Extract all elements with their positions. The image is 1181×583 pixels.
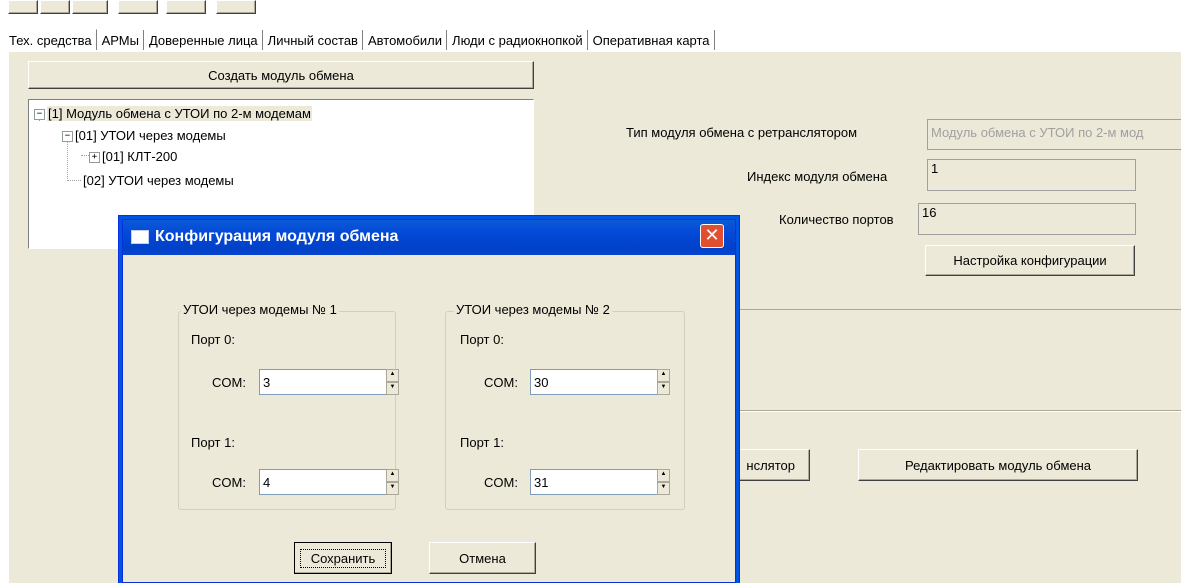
create-module-button[interactable]: Создать модуль обмена [28, 61, 534, 89]
tree-root-label: [1] Модуль обмена с УТОИ по 2-м модемам [47, 106, 312, 121]
tab-arm[interactable]: АРМы [96, 30, 144, 50]
divider [736, 309, 1181, 310]
tab-map[interactable]: Оперативная карта [587, 30, 715, 50]
tree-child-2[interactable]: [02] УТОИ через модемы [83, 172, 234, 189]
index-field: 1 [927, 159, 1136, 191]
ports-label: Количество портов [779, 212, 894, 227]
dialog-titlebar[interactable]: Конфигурация модуля обмена ✕ [123, 220, 735, 255]
com-port0-spinner[interactable]: ▲ ▼ [386, 369, 399, 395]
cancel-button[interactable]: Отмена [429, 542, 536, 574]
spin-up-icon[interactable]: ▲ [386, 369, 399, 382]
toolbar-stub [0, 0, 260, 16]
group-modem-2: УТОИ через модемы № 2 Порт 0: COM: ▲ ▼ П… [445, 302, 685, 510]
index-label: Индекс модуля обмена [747, 169, 888, 184]
com-label: COM: [212, 475, 246, 490]
com-port1-spinner[interactable]: ▲ ▼ [386, 469, 399, 495]
com-port1-spinner[interactable]: ▲ ▼ [657, 469, 670, 495]
com-port0-input[interactable] [530, 369, 658, 395]
tab-strip: Тех. средства АРМы Доверенные лица Личны… [4, 28, 715, 50]
spin-down-icon[interactable]: ▼ [657, 482, 670, 495]
toolbar-button[interactable] [166, 0, 206, 14]
save-button-label: Сохранить [299, 548, 387, 568]
collapse-icon[interactable]: − [62, 131, 73, 143]
dialog-title: Конфигурация модуля обмена [155, 228, 399, 245]
save-button[interactable]: Сохранить [294, 542, 392, 574]
tree-grandchild-1[interactable]: + [01] КЛТ-200 [89, 148, 177, 165]
collapse-icon[interactable]: − [34, 109, 45, 121]
config-dialog: Конфигурация модуля обмена ✕ УТОИ через … [122, 219, 736, 583]
tree-grandchild-1-label: [01] КЛТ-200 [102, 149, 178, 164]
com-label: COM: [212, 375, 246, 390]
edit-module-button[interactable]: Редактировать модуль обмена [858, 449, 1138, 481]
close-icon[interactable]: ✕ [700, 224, 724, 248]
toolbar-button[interactable] [216, 0, 256, 14]
group-2-title: УТОИ через модемы № 2 [454, 302, 612, 317]
port1-label: Порт 1: [191, 435, 235, 450]
com-port1-input[interactable] [259, 469, 387, 495]
com-port1-input[interactable] [530, 469, 658, 495]
group-1-title: УТОИ через модемы № 1 [181, 302, 339, 317]
tab-tech[interactable]: Тех. средства [4, 29, 97, 50]
expand-icon[interactable]: + [89, 152, 100, 164]
tree-child-1-label: [01] УТОИ через модемы [75, 128, 226, 143]
spin-up-icon[interactable]: ▲ [657, 369, 670, 382]
tree-child-2-label: [02] УТОИ через модемы [83, 173, 234, 188]
type-field: Модуль обмена с УТОИ по 2-м мод [927, 119, 1181, 150]
tab-staff[interactable]: Личный состав [262, 30, 363, 50]
toolbar-button[interactable] [118, 0, 158, 14]
ports-field: 16 [918, 203, 1136, 235]
spin-down-icon[interactable]: ▼ [657, 382, 670, 395]
app-icon [131, 230, 149, 244]
spin-up-icon[interactable]: ▲ [657, 469, 670, 482]
tab-trusted[interactable]: Доверенные лица [143, 30, 263, 50]
com-label: COM: [484, 475, 518, 490]
spin-up-icon[interactable]: ▲ [386, 469, 399, 482]
port0-label: Порт 0: [460, 332, 504, 347]
tab-radio-people[interactable]: Люди с радиокнопкой [447, 30, 588, 50]
com-port0-spinner[interactable]: ▲ ▼ [657, 369, 670, 395]
tab-cars[interactable]: Автомобили [362, 30, 448, 50]
port0-label: Порт 0: [191, 332, 235, 347]
spin-down-icon[interactable]: ▼ [386, 482, 399, 495]
toolbar-button[interactable] [72, 0, 108, 14]
type-label: Тип модуля обмена с ретранслятором [626, 125, 858, 140]
com-label: COM: [484, 375, 518, 390]
toolbar-button[interactable] [40, 0, 70, 14]
spin-down-icon[interactable]: ▼ [386, 382, 399, 395]
port1-label: Порт 1: [460, 435, 504, 450]
divider [736, 410, 1181, 412]
tree-root[interactable]: − [1] Модуль обмена с УТОИ по 2-м модемам [34, 105, 312, 122]
group-modem-1: УТОИ через модемы № 1 Порт 0: COM: ▲ ▼ П… [178, 302, 399, 510]
config-settings-button[interactable]: Настройка конфигурации [925, 245, 1135, 276]
tree-child-1[interactable]: − [01] УТОИ через модемы [62, 127, 226, 144]
toolbar-button[interactable] [8, 0, 38, 14]
com-port0-input[interactable] [259, 369, 387, 395]
